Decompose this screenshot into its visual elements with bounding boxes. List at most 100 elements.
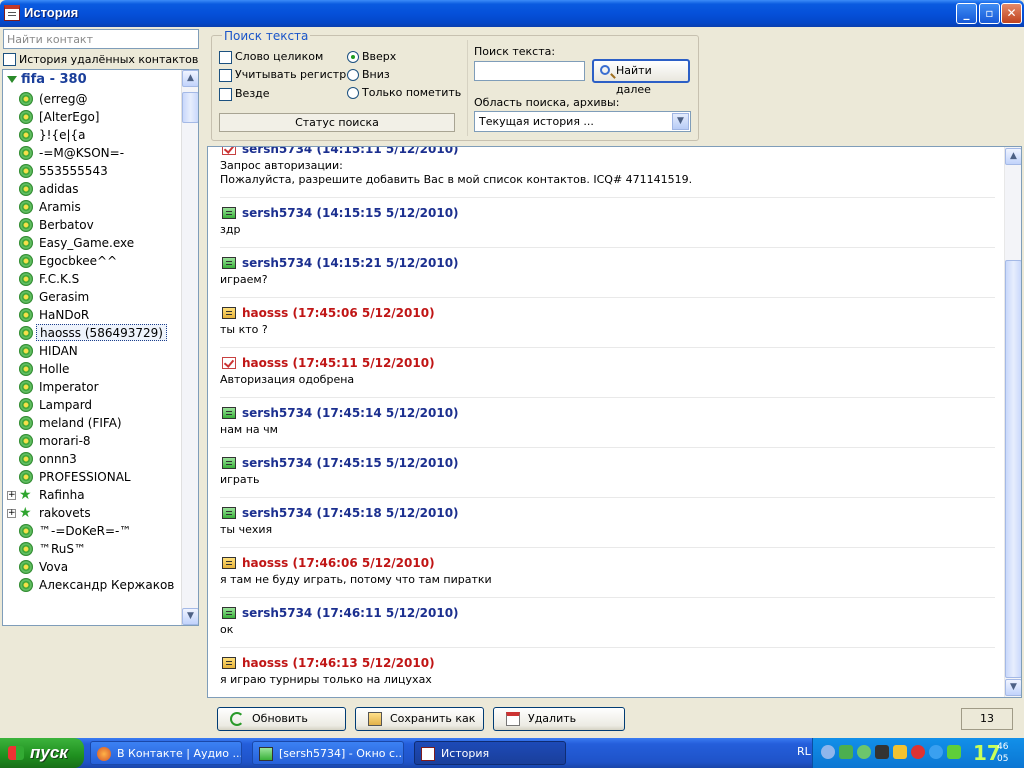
contact-item[interactable]: morari-8 — [3, 432, 183, 450]
direction-up-radio[interactable] — [347, 51, 359, 63]
close-button[interactable]: ✕ — [1001, 3, 1022, 24]
message-line: играем? — [220, 273, 268, 286]
contact-item[interactable]: Holle — [3, 360, 183, 378]
contact-name: onnn3 — [39, 452, 77, 466]
window-title: История — [24, 5, 79, 20]
contact-name: Berbatov — [39, 218, 94, 232]
contact-item[interactable]: + ★ Rafinha — [3, 486, 183, 504]
tray-arrow-icon[interactable] — [821, 745, 835, 759]
contact-item[interactable]: PROFESSIONAL — [3, 468, 183, 486]
task-browser[interactable]: В Контакте | Аудио ... — [90, 741, 242, 765]
contact-item[interactable]: 553555543 — [3, 162, 183, 180]
contact-item[interactable]: Gerasim — [3, 288, 183, 306]
message-separator — [220, 597, 995, 598]
task-history[interactable]: История — [414, 741, 566, 765]
message-body: ты кто ? — [220, 322, 1003, 337]
contact-item[interactable]: ™-=DoKeR=-™ — [3, 522, 183, 540]
contact-item[interactable]: + ★ rakovets — [3, 504, 183, 522]
start-button[interactable]: пуск — [0, 738, 84, 768]
scroll-up-arrow-icon[interactable]: ▲ — [1005, 148, 1021, 165]
contact-item[interactable]: Aramis — [3, 198, 183, 216]
contact-item[interactable]: ™RuS™ — [3, 540, 183, 558]
contact-item[interactable]: haosss (586493729) — [3, 324, 183, 342]
refresh-button[interactable]: Обновить — [217, 707, 346, 731]
contact-item[interactable]: F.C.K.S — [3, 270, 183, 288]
chevron-down-icon[interactable]: ▼ — [672, 113, 689, 130]
contact-name: Rafinha — [39, 488, 85, 502]
whole-word-option[interactable]: Слово целиком — [219, 49, 323, 65]
search-area-select[interactable]: Текущая история ... ▼ — [474, 111, 691, 132]
contact-list-scrollbar[interactable]: ▲ ▼ — [181, 70, 198, 625]
tray-steam-icon[interactable] — [875, 745, 889, 759]
save-as-button[interactable]: Сохранить как ... — [355, 707, 484, 747]
tray-warning-icon[interactable] — [893, 745, 907, 759]
direction-up-option[interactable]: Вверх — [347, 49, 396, 65]
messages-scrollbar[interactable]: ▲ ▼ — [1004, 147, 1021, 697]
contact-scroll-thumb[interactable] — [182, 92, 198, 123]
tray-check-icon[interactable] — [947, 745, 961, 759]
task-history-label: История — [441, 747, 490, 760]
search-text-input[interactable] — [474, 61, 585, 81]
expand-plus-icon[interactable]: + — [7, 491, 16, 500]
contact-item[interactable]: meland (FIFA) — [3, 414, 183, 432]
scroll-down-arrow-icon[interactable]: ▼ — [1005, 679, 1021, 696]
minimize-button[interactable]: _ — [956, 3, 977, 24]
contact-group-header[interactable]: fifa - 380 — [7, 72, 87, 90]
contact-item[interactable]: Egocbkee^^ — [3, 252, 183, 270]
scroll-up-arrow-icon[interactable]: ▲ — [182, 70, 198, 87]
scroll-down-arrow-icon[interactable]: ▼ — [182, 608, 198, 625]
title-bar[interactable]: История _ ▫ ✕ — [0, 0, 1024, 27]
contact-item[interactable]: Imperator — [3, 378, 183, 396]
contact-item[interactable]: Easy_Game.exe — [3, 234, 183, 252]
contact-item[interactable]: onnn3 — [3, 450, 183, 468]
task-chat-window[interactable]: [sersh5734] - Окно с... — [252, 741, 404, 765]
contact-item[interactable]: Vova — [3, 558, 183, 576]
message-time: (17:46:13 5/12/2010) — [292, 656, 435, 670]
chat-icon — [259, 747, 273, 761]
contact-search-input[interactable] — [3, 29, 199, 49]
delete-button[interactable]: Удалить — [493, 707, 625, 731]
contact-item[interactable]: adidas — [3, 180, 183, 198]
mark-only-option[interactable]: Только пометить — [347, 85, 461, 101]
contact-item[interactable]: }!{e|{a — [3, 126, 183, 144]
maximize-button[interactable]: ▫ — [979, 3, 1000, 24]
message-header: haosss (17:45:06 5/12/2010) — [220, 304, 1003, 322]
direction-down-radio[interactable] — [347, 69, 359, 81]
everywhere-option[interactable]: Везде — [219, 86, 270, 102]
whole-word-checkbox[interactable] — [219, 50, 232, 64]
show-deleted-checkbox[interactable] — [3, 52, 16, 66]
contact-item[interactable]: Lampard — [3, 396, 183, 414]
tray-icq-icon[interactable] — [857, 745, 871, 759]
contact-item[interactable]: Александр Кержаков — [3, 576, 183, 594]
everywhere-label: Везде — [235, 87, 270, 100]
tray-network-icon[interactable] — [839, 745, 853, 759]
contact-name: 553555543 — [39, 164, 108, 178]
history-messages-view[interactable]: sersh5734 (14:15:11 5/12/2010) Запрос авт… — [207, 146, 1022, 698]
contact-tree[interactable]: fifa - 380 (erreg@ [AlterEgo] }!{e|{a -=M@K… — [2, 69, 199, 626]
contact-item[interactable]: HIDAN — [3, 342, 183, 360]
online-flower-icon — [19, 398, 33, 412]
collapse-triangle-icon[interactable] — [7, 76, 17, 83]
messages-scroll-thumb[interactable] — [1005, 260, 1021, 678]
tray-antivirus-icon[interactable] — [911, 745, 925, 759]
tray-update-icon[interactable] — [929, 745, 943, 759]
contact-item[interactable]: HaNDoR — [3, 306, 183, 324]
match-case-option[interactable]: Учитывать регистр — [219, 67, 346, 83]
direction-down-option[interactable]: Вниз — [347, 67, 390, 83]
contact-name: }!{e|{a — [39, 128, 86, 142]
find-next-button[interactable]: Найти далее — [592, 59, 690, 96]
contact-item[interactable]: -=M@KSON=- — [3, 144, 183, 162]
everywhere-checkbox[interactable] — [219, 87, 232, 101]
show-deleted-contacts-option[interactable]: История удалённых контактов — [3, 52, 198, 68]
contact-item[interactable]: [AlterEgo] — [3, 108, 183, 126]
contact-item[interactable]: Berbatov — [3, 216, 183, 234]
message-icon — [222, 307, 236, 319]
match-case-checkbox[interactable] — [219, 68, 232, 82]
message-line: я играю турниры только на лицухах — [220, 673, 432, 686]
contact-item[interactable]: (erreg@ — [3, 90, 183, 108]
expand-plus-icon[interactable]: + — [7, 509, 16, 518]
message-author: haosss — [242, 556, 289, 570]
online-flower-icon — [19, 146, 33, 160]
language-indicator[interactable]: RL — [797, 745, 811, 758]
mark-only-radio[interactable] — [347, 87, 359, 99]
